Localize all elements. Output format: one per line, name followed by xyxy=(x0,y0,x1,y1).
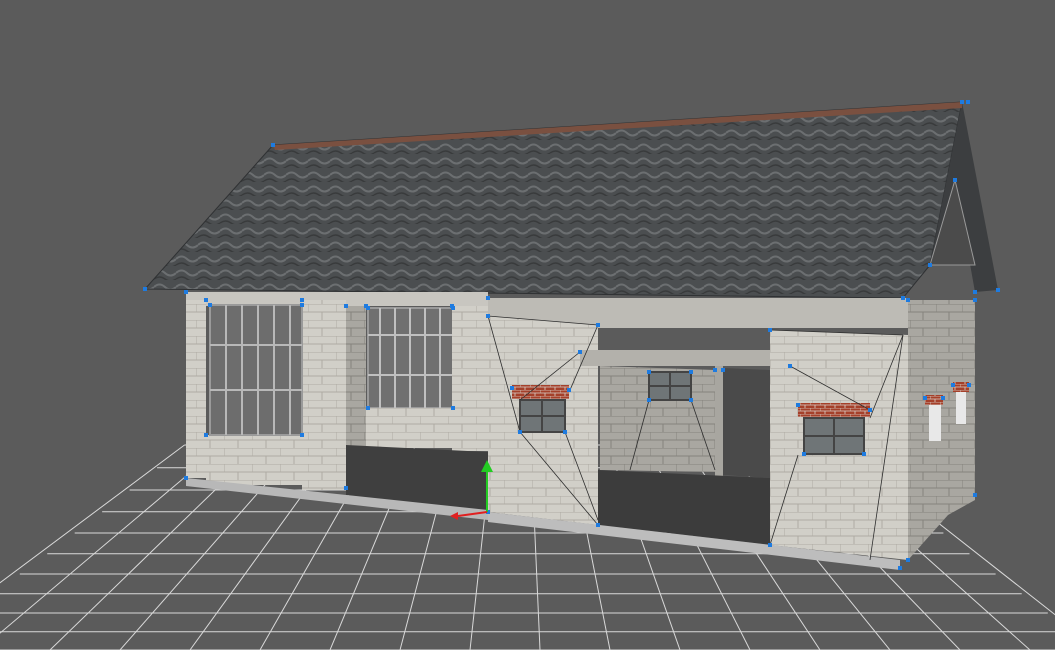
vertex-handle[interactable] xyxy=(300,433,304,437)
vertex-handle[interactable] xyxy=(973,298,977,302)
vertex-handle[interactable] xyxy=(768,328,772,332)
vertex-handle[interactable] xyxy=(898,566,902,570)
vertex-handle[interactable] xyxy=(344,304,348,308)
middle-window-bars xyxy=(368,308,453,408)
brick-lintel xyxy=(953,382,969,392)
window-back-garage[interactable] xyxy=(648,371,692,401)
vertex-handle[interactable] xyxy=(451,406,455,410)
vertex-handle[interactable] xyxy=(862,452,866,456)
vertex-handle[interactable] xyxy=(901,296,905,300)
brick-lintel xyxy=(798,403,870,417)
vertex-handle[interactable] xyxy=(967,383,971,387)
gable-end-wall xyxy=(908,300,975,560)
vertex-handle[interactable] xyxy=(966,100,970,104)
vertex-handle[interactable] xyxy=(596,323,600,327)
left-wall-pillar-2 xyxy=(302,300,346,490)
vertex-handle[interactable] xyxy=(486,296,490,300)
vertex-handle[interactable] xyxy=(300,303,304,307)
vertex-handle[interactable] xyxy=(300,298,304,302)
vertex-handle[interactable] xyxy=(941,396,945,400)
vertex-handle[interactable] xyxy=(204,298,208,302)
vertex-handle[interactable] xyxy=(563,430,567,434)
left-window-grille[interactable] xyxy=(209,304,303,436)
vertex-handle[interactable] xyxy=(689,370,693,374)
left-wall-lower-section xyxy=(206,435,302,485)
vertex-handle[interactable] xyxy=(721,368,725,372)
building-model[interactable] xyxy=(143,100,1000,570)
vertex-handle[interactable] xyxy=(973,493,977,497)
scene-canvas[interactable] xyxy=(0,0,1055,650)
vertex-handle[interactable] xyxy=(996,288,1000,292)
middle-left-pillar xyxy=(346,306,366,446)
vertex-handle[interactable] xyxy=(796,403,800,407)
vertex-handle[interactable] xyxy=(596,523,600,527)
vertex-handle[interactable] xyxy=(510,386,514,390)
vertex-handle[interactable] xyxy=(366,406,370,410)
vertex-handle[interactable] xyxy=(906,558,910,562)
window-pane xyxy=(956,392,966,424)
vertex-handle[interactable] xyxy=(208,303,212,307)
window-left-garage[interactable] xyxy=(512,385,569,433)
vertex-handle[interactable] xyxy=(204,433,208,437)
garage-divider-pillar xyxy=(715,366,723,476)
window-pane xyxy=(929,405,941,441)
vertex-handle[interactable] xyxy=(451,306,455,310)
vertex-handle[interactable] xyxy=(788,364,792,368)
brick-lintel xyxy=(925,395,943,405)
vertex-handle[interactable] xyxy=(923,396,927,400)
vertex-handle[interactable] xyxy=(951,383,955,387)
vertex-handle[interactable] xyxy=(143,287,147,291)
vertex-handle[interactable] xyxy=(906,298,910,302)
vertex-handle[interactable] xyxy=(713,368,717,372)
vertex-handle[interactable] xyxy=(647,398,651,402)
vertex-handle[interactable] xyxy=(271,143,275,147)
vertex-handle[interactable] xyxy=(578,350,582,354)
vertex-handle[interactable] xyxy=(366,306,370,310)
vertex-handle[interactable] xyxy=(647,370,651,374)
vertex-handle[interactable] xyxy=(184,476,188,480)
middle-lower-wall xyxy=(366,408,456,448)
vertex-handle[interactable] xyxy=(868,408,872,412)
vertex-handle[interactable] xyxy=(689,398,693,402)
vertex-handle[interactable] xyxy=(802,452,806,456)
vertex-handle[interactable] xyxy=(344,486,348,490)
vertex-handle[interactable] xyxy=(928,263,932,267)
vertex-handle[interactable] xyxy=(953,178,957,182)
vertex-handle[interactable] xyxy=(567,388,571,392)
vertex-handle[interactable] xyxy=(973,290,977,294)
garage-opening-2-dark xyxy=(723,368,770,478)
vertex-handle[interactable] xyxy=(184,290,188,294)
left-wall-pillar-1 xyxy=(186,300,206,478)
brick-lintel xyxy=(512,385,569,399)
window-right-garage[interactable] xyxy=(798,403,870,455)
middle-right-pillar xyxy=(452,306,488,451)
garage-lintel xyxy=(580,350,790,366)
vertex-handle[interactable] xyxy=(960,100,964,104)
vertex-handle[interactable] xyxy=(518,430,522,434)
3d-viewport[interactable] xyxy=(0,0,1055,650)
vertex-handle[interactable] xyxy=(486,314,490,318)
vertex-handle[interactable] xyxy=(768,543,772,547)
grid-line xyxy=(0,444,185,584)
